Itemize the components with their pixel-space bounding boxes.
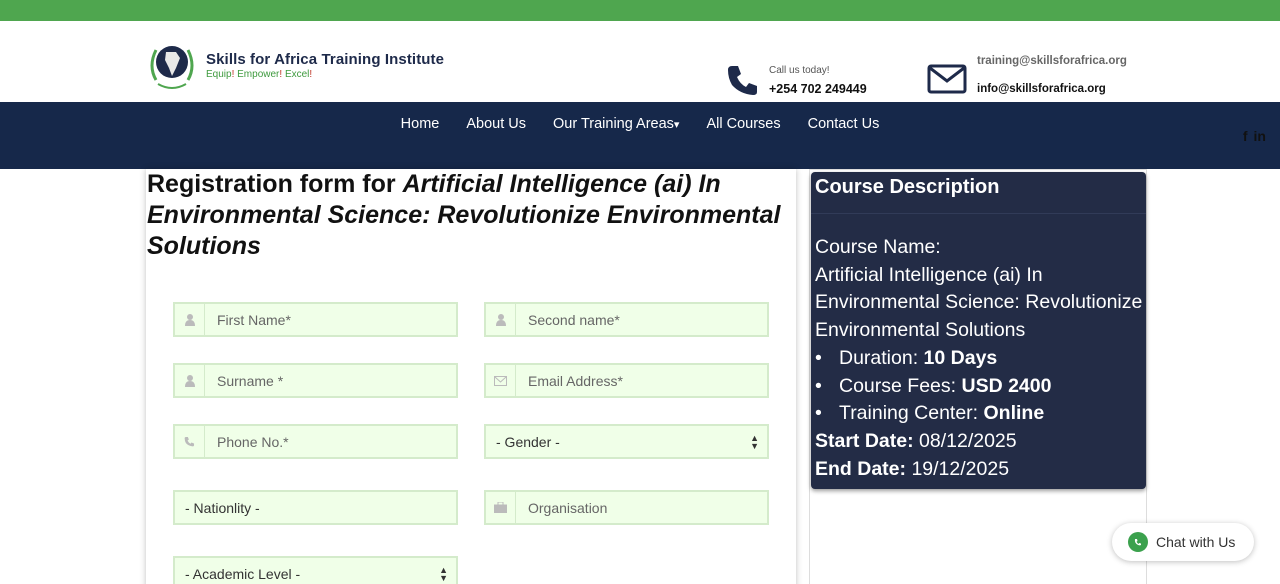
site-header: Skills for Africa Training Institute Equ…	[0, 21, 1280, 102]
surname-field[interactable]: Surname *	[173, 363, 458, 398]
call-info: Call us today! +254 702 249449	[726, 63, 867, 97]
academic-level-select[interactable]: - Academic Level - ▲ ▼	[173, 556, 458, 584]
first-name-field[interactable]: First Name*	[173, 302, 458, 337]
mail-icon	[927, 64, 967, 94]
nav-home[interactable]: Home	[387, 116, 453, 132]
select-arrows-icon: ▲ ▼	[439, 565, 448, 583]
course-name: Artificial Intelligence (ai) In Environm…	[815, 263, 1143, 342]
top-accent-bar	[0, 0, 1280, 21]
linkedin-icon[interactable]: in	[1254, 128, 1266, 144]
phone-field[interactable]: Phone No.*	[173, 424, 458, 459]
logo-title: Skills for Africa Training Institute	[206, 50, 445, 68]
email-training[interactable]: training@skillsforafrica.org	[977, 55, 1127, 67]
call-label: Call us today!	[769, 64, 830, 76]
organisation-field[interactable]: Organisation	[484, 490, 769, 525]
nav-about-us[interactable]: About Us	[453, 116, 540, 132]
facebook-icon[interactable]: f	[1243, 128, 1248, 144]
chevron-down-icon: ▾	[673, 119, 680, 131]
fees-item: Course Fees: USD 2400	[815, 373, 1146, 401]
email-info-address[interactable]: info@skillsforafrica.org	[977, 83, 1127, 95]
social-links: f in	[1243, 128, 1266, 144]
duration-item: Duration: 10 Days	[815, 345, 1146, 373]
second-name-field[interactable]: Second name*	[484, 302, 769, 337]
envelope-icon	[486, 365, 516, 396]
select-arrows-icon: ▲ ▼	[750, 433, 759, 451]
course-description-panel: Course Description Course Name: Artifici…	[811, 172, 1146, 489]
user-icon	[175, 304, 205, 335]
briefcase-icon	[486, 492, 516, 523]
main-navbar: Home About Us Our Training Areas▾ All Co…	[0, 102, 1280, 169]
email-field[interactable]: Email Address*	[484, 363, 769, 398]
phone-icon	[726, 63, 760, 97]
site-logo[interactable]: Skills for Africa Training Institute Equ…	[146, 40, 444, 90]
gender-select[interactable]: - Gender - ▲ ▼	[484, 424, 769, 459]
email-info: training@skillsforafrica.org info@skills…	[927, 55, 1127, 95]
nav-training-areas[interactable]: Our Training Areas▾	[540, 116, 693, 132]
course-name-label: Course Name:	[815, 236, 941, 258]
description-heading: Course Description	[811, 172, 1146, 214]
phone-small-icon	[175, 426, 205, 457]
chat-with-us-button[interactable]: Chat with Us	[1112, 523, 1254, 561]
training-center-item: Training Center: Online	[815, 400, 1146, 428]
call-number[interactable]: +254 702 249449	[769, 82, 867, 96]
page-title: Registration form for Artificial Intelli…	[147, 170, 781, 260]
nationality-select[interactable]: - Nationlity -	[173, 490, 458, 525]
nav-contact-us[interactable]: Contact Us	[794, 116, 893, 132]
logo-tagline: Equip! Empower! Excel!	[206, 68, 313, 80]
chat-label: Chat with Us	[1156, 534, 1236, 550]
user-icon	[486, 304, 516, 335]
nav-all-courses[interactable]: All Courses	[693, 116, 794, 132]
course-details-list: Duration: 10 Days Course Fees: USD 2400 …	[815, 345, 1146, 428]
logo-emblem-icon	[146, 40, 198, 90]
start-date: Start Date: 08/12/2025	[815, 429, 1017, 452]
user-icon	[175, 365, 205, 396]
whatsapp-icon	[1128, 532, 1148, 552]
end-date: End Date: 19/12/2025	[815, 457, 1010, 480]
